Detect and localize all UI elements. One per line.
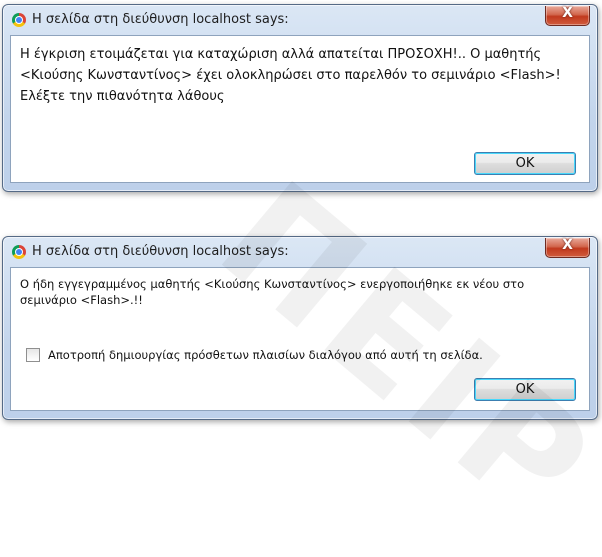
dialog-message: Ο ήδη εγγεγραμμένος μαθητής <Κιούσης Κων… (20, 277, 525, 307)
ok-button[interactable]: OK (474, 152, 576, 175)
close-icon: X (562, 5, 573, 21)
suppress-dialogs-row: Αποτροπή δημιουργίας πρόσθετων πλαισίων … (26, 348, 483, 362)
suppress-dialogs-label: Αποτροπή δημιουργίας πρόσθετων πλαισίων … (48, 348, 483, 362)
ok-button[interactable]: OK (474, 378, 576, 401)
chrome-icon (12, 13, 26, 27)
close-button[interactable]: X (545, 5, 590, 26)
title-bar: Η σελίδα στη διεύθυνση localhost says: X (3, 237, 597, 267)
suppress-dialogs-checkbox[interactable] (26, 348, 40, 362)
dialog-content: Ο ήδη εγγεγραμμένος μαθητής <Κιούσης Κων… (10, 267, 590, 411)
title-bar: Η σελίδα στη διεύθυνση localhost says: X (3, 5, 597, 35)
dialog-title: Η σελίδα στη διεύθυνση localhost says: (32, 244, 289, 259)
dialog-content: Η έγκριση ετοιμάζεται για καταχώριση αλλ… (10, 35, 590, 183)
chrome-icon (12, 245, 26, 259)
dialog-title: Η σελίδα στη διεύθυνση localhost says: (32, 12, 289, 27)
alert-dialog-1: Η σελίδα στη διεύθυνση localhost says: X… (2, 4, 598, 192)
close-button[interactable]: X (545, 237, 590, 258)
alert-dialog-2: Η σελίδα στη διεύθυνση localhost says: X… (2, 236, 598, 420)
close-icon: X (562, 237, 573, 253)
dialog-message: Η έγκριση ετοιμάζεται για καταχώριση αλλ… (20, 47, 561, 104)
